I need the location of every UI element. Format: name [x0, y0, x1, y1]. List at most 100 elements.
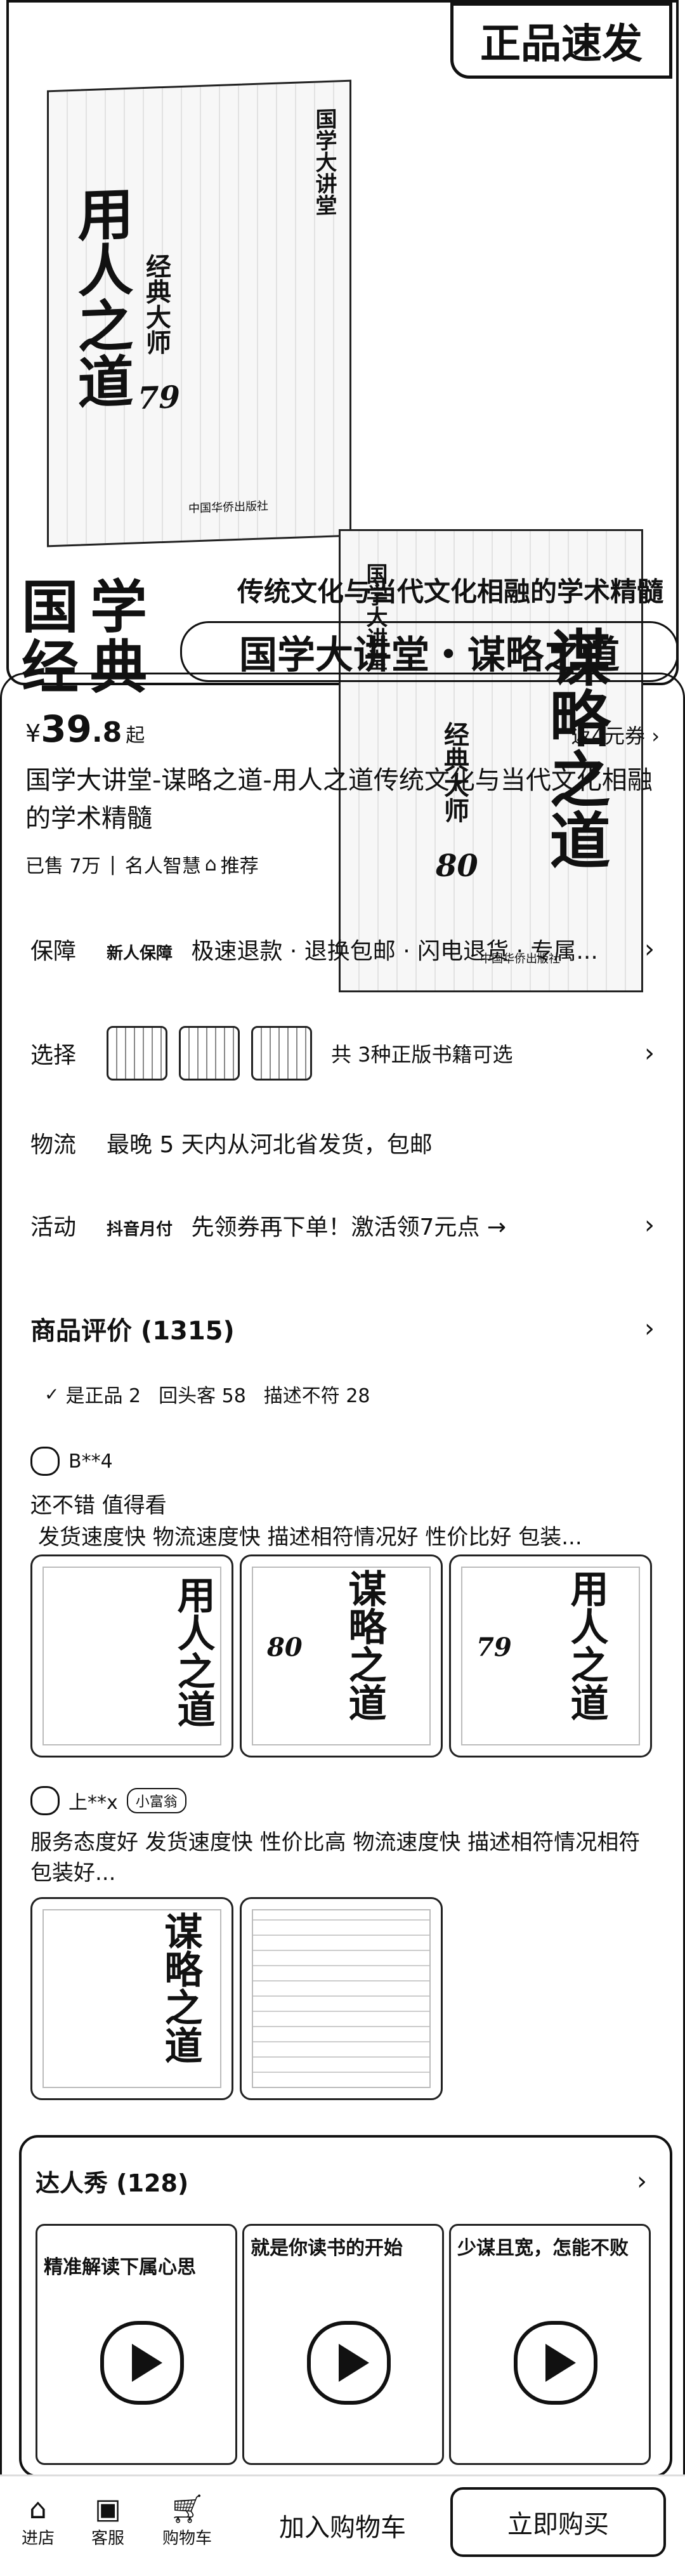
photo-number: 80: [267, 1633, 303, 1662]
genuine-badge: 正品速发: [450, 3, 672, 79]
reviews-header[interactable]: 商品评价 (1315) ›: [30, 1310, 655, 1347]
price-integer: 39: [41, 707, 92, 751]
store-icon: ⌂: [29, 2493, 47, 2525]
review-tag[interactable]: 回头客 58: [159, 1380, 246, 1408]
shield-check-icon: ✓: [44, 1383, 60, 1405]
variant-thumb-3[interactable]: [251, 1026, 312, 1081]
avatar: [30, 1786, 60, 1815]
chevron-right-icon: ›: [644, 1314, 655, 1343]
photo-title-text: 用人之道: [171, 1575, 215, 1728]
influencer-video-2[interactable]: 就是你读书的开始: [242, 2224, 444, 2465]
select-label: 选择: [30, 1042, 77, 1068]
review-1-photo-3[interactable]: 用人之道 79: [449, 1554, 652, 1758]
product-banner[interactable]: 正品速发 国学大讲堂 用人之道 经典大师 79 中国华侨出版社 国学大讲堂 谋略…: [6, 0, 679, 992]
shop-house-icon: ⌂: [204, 853, 217, 876]
chevron-right-icon: ›: [644, 935, 655, 964]
influencer-title: 达人秀 (128): [36, 2169, 189, 2197]
select-text: 共 3种正版书籍可选: [331, 1042, 513, 1067]
book-cover-left: 国学大讲堂 用人之道 经典大师 79 中国华侨出版社: [47, 79, 351, 548]
chevron-right-icon: ›: [644, 1039, 655, 1068]
activity-text: 先领券再下单！激活领7元点 →: [191, 1214, 506, 1240]
cart-icon: 🛒︎: [169, 2493, 205, 2525]
review-1-photo-1[interactable]: 用人之道: [30, 1554, 233, 1758]
review-username: 上**x: [68, 1792, 118, 1814]
cart-button-label: 购物车: [162, 2529, 212, 2548]
banner-tagline: 传统文化与当代文化相融的学术精髓: [237, 576, 664, 607]
video-caption: 少谋且宽，怎能不败: [457, 2232, 629, 2260]
activity-badge: 抖音月付: [107, 1220, 173, 1239]
logistics-text: 最晚 5 天内从河北省发货，包邮: [107, 1132, 433, 1158]
play-icon[interactable]: [100, 2321, 184, 2405]
reviews-title: 商品评价 (1315): [30, 1317, 235, 1346]
add-to-cart-button[interactable]: 加入购物车: [241, 2494, 444, 2557]
add-to-cart-label: 加入购物车: [279, 2513, 406, 2542]
variant-thumb-2[interactable]: [179, 1026, 240, 1081]
service-button[interactable]: ▣ 客服: [82, 2494, 133, 2549]
recommend-label: 推荐: [220, 855, 259, 877]
review-1-user: B**4: [30, 1447, 113, 1476]
book-left-publisher: 中国华侨出版社: [188, 499, 268, 516]
review-1-text: 还不错 值得看: [30, 1493, 167, 1518]
select-row[interactable]: 选择 共 3种正版书籍可选 ›: [30, 1022, 655, 1085]
shop-button[interactable]: ⌂ 进店: [13, 2494, 63, 2549]
price-decimal: .8: [91, 716, 122, 749]
influencer-video-3[interactable]: 少谋且宽，怎能不败: [449, 2224, 651, 2465]
review-1-photo-2[interactable]: 谋略之道 80: [240, 1554, 443, 1758]
activity-row[interactable]: 活动 抖音月付 先领券再下单！激活领7元点 → ›: [30, 1209, 655, 1242]
photo-title-text: 用人之道: [564, 1569, 608, 1721]
product-meta: 已售 7万 | 名人智慧 ⌂ 推荐: [25, 850, 259, 878]
book-left-series: 国学大讲堂: [311, 107, 337, 216]
photo-number: 79: [476, 1633, 512, 1662]
chat-icon: ▣: [95, 2493, 121, 2525]
cart-button[interactable]: 🛒︎ 购物车: [152, 2494, 222, 2549]
review-tag[interactable]: 是正品 2: [65, 1380, 141, 1408]
sold-count: 已售 7万: [25, 855, 101, 877]
price: ¥ 39 .8 起: [25, 707, 145, 751]
video-caption: 就是你读书的开始: [251, 2232, 403, 2260]
play-icon[interactable]: [514, 2321, 597, 2405]
influencer-header[interactable]: 达人秀 (128) ›: [36, 2164, 647, 2198]
guarantee-badge: 新人保障: [107, 944, 173, 963]
service-button-label: 客服: [91, 2529, 124, 2548]
video-caption: 精准解读下属心思: [44, 2251, 196, 2279]
divider: |: [109, 853, 116, 876]
chevron-right-icon: ›: [651, 724, 660, 748]
guarantee-row[interactable]: 保障 新人保障 极速退款 · 退换包邮 · 闪电退货 · 专属... ›: [30, 933, 655, 966]
review-tag[interactable]: 描述不符 28: [264, 1380, 370, 1408]
review-tags: ✓ 是正品 2 回头客 58 描述不符 28: [44, 1380, 388, 1408]
avatar: [30, 1447, 60, 1476]
genuine-badge-text: 正品速发: [480, 21, 643, 68]
product-title: 国学大讲堂-谋略之道-用人之道传统文化与当代文化相融的学术精髓: [25, 766, 653, 833]
review-username: B**4: [68, 1450, 113, 1473]
book-left-number: 79: [138, 379, 180, 417]
book-left-title: 用人之道: [68, 184, 134, 411]
variant-thumb-1[interactable]: [107, 1026, 167, 1081]
photo-title-text: 谋略之道: [158, 1912, 202, 2064]
review-2-photo-1[interactable]: 谋略之道: [30, 1897, 233, 2100]
book-left-sub: 经典大师: [141, 253, 171, 356]
photo-title-text: 谋略之道: [342, 1569, 386, 1721]
chevron-right-icon: ›: [637, 2166, 647, 2196]
review-2-photo-2[interactable]: [240, 1897, 443, 2100]
review-2-user: 上**x 小富翁: [30, 1786, 186, 1815]
buy-now-button[interactable]: 立即购买: [450, 2487, 666, 2557]
guarantee-text: 极速退款 · 退换包邮 · 闪电退货 · 专属...: [191, 938, 598, 964]
price-suffix: 起: [126, 725, 145, 747]
play-icon[interactable]: [307, 2321, 391, 2405]
price-currency: ¥: [25, 720, 41, 747]
chevron-right-icon: ›: [644, 1211, 655, 1240]
shop-name[interactable]: 名人智慧: [125, 850, 201, 878]
banner-big-title-text: 国学大讲堂・谋略之道: [239, 633, 620, 678]
shop-button-label: 进店: [21, 2529, 55, 2548]
review-1-detail: 发货速度快 物流速度快 描述相符情况好 性价比好 包装...: [38, 1525, 582, 1550]
review-2-text: 服务态度好 发货速度快 性价比高 物流速度快 描述相符情况相符 包装好...: [30, 1830, 641, 1886]
buy-now-label: 立即购买: [507, 2510, 609, 2539]
coupon-text: 返4元券: [571, 724, 646, 748]
coupon-link[interactable]: 返4元券 ›: [571, 720, 660, 749]
guarantee-label: 保障: [30, 938, 77, 964]
user-level-badge: 小富翁: [126, 1788, 186, 1813]
activity-label: 活动: [30, 1214, 77, 1240]
logistics-row: 物流 最晚 5 天内从河北省发货，包邮: [30, 1126, 655, 1159]
influencer-video-1[interactable]: 精准解读下属心思: [36, 2224, 237, 2465]
logistics-label: 物流: [30, 1132, 77, 1158]
